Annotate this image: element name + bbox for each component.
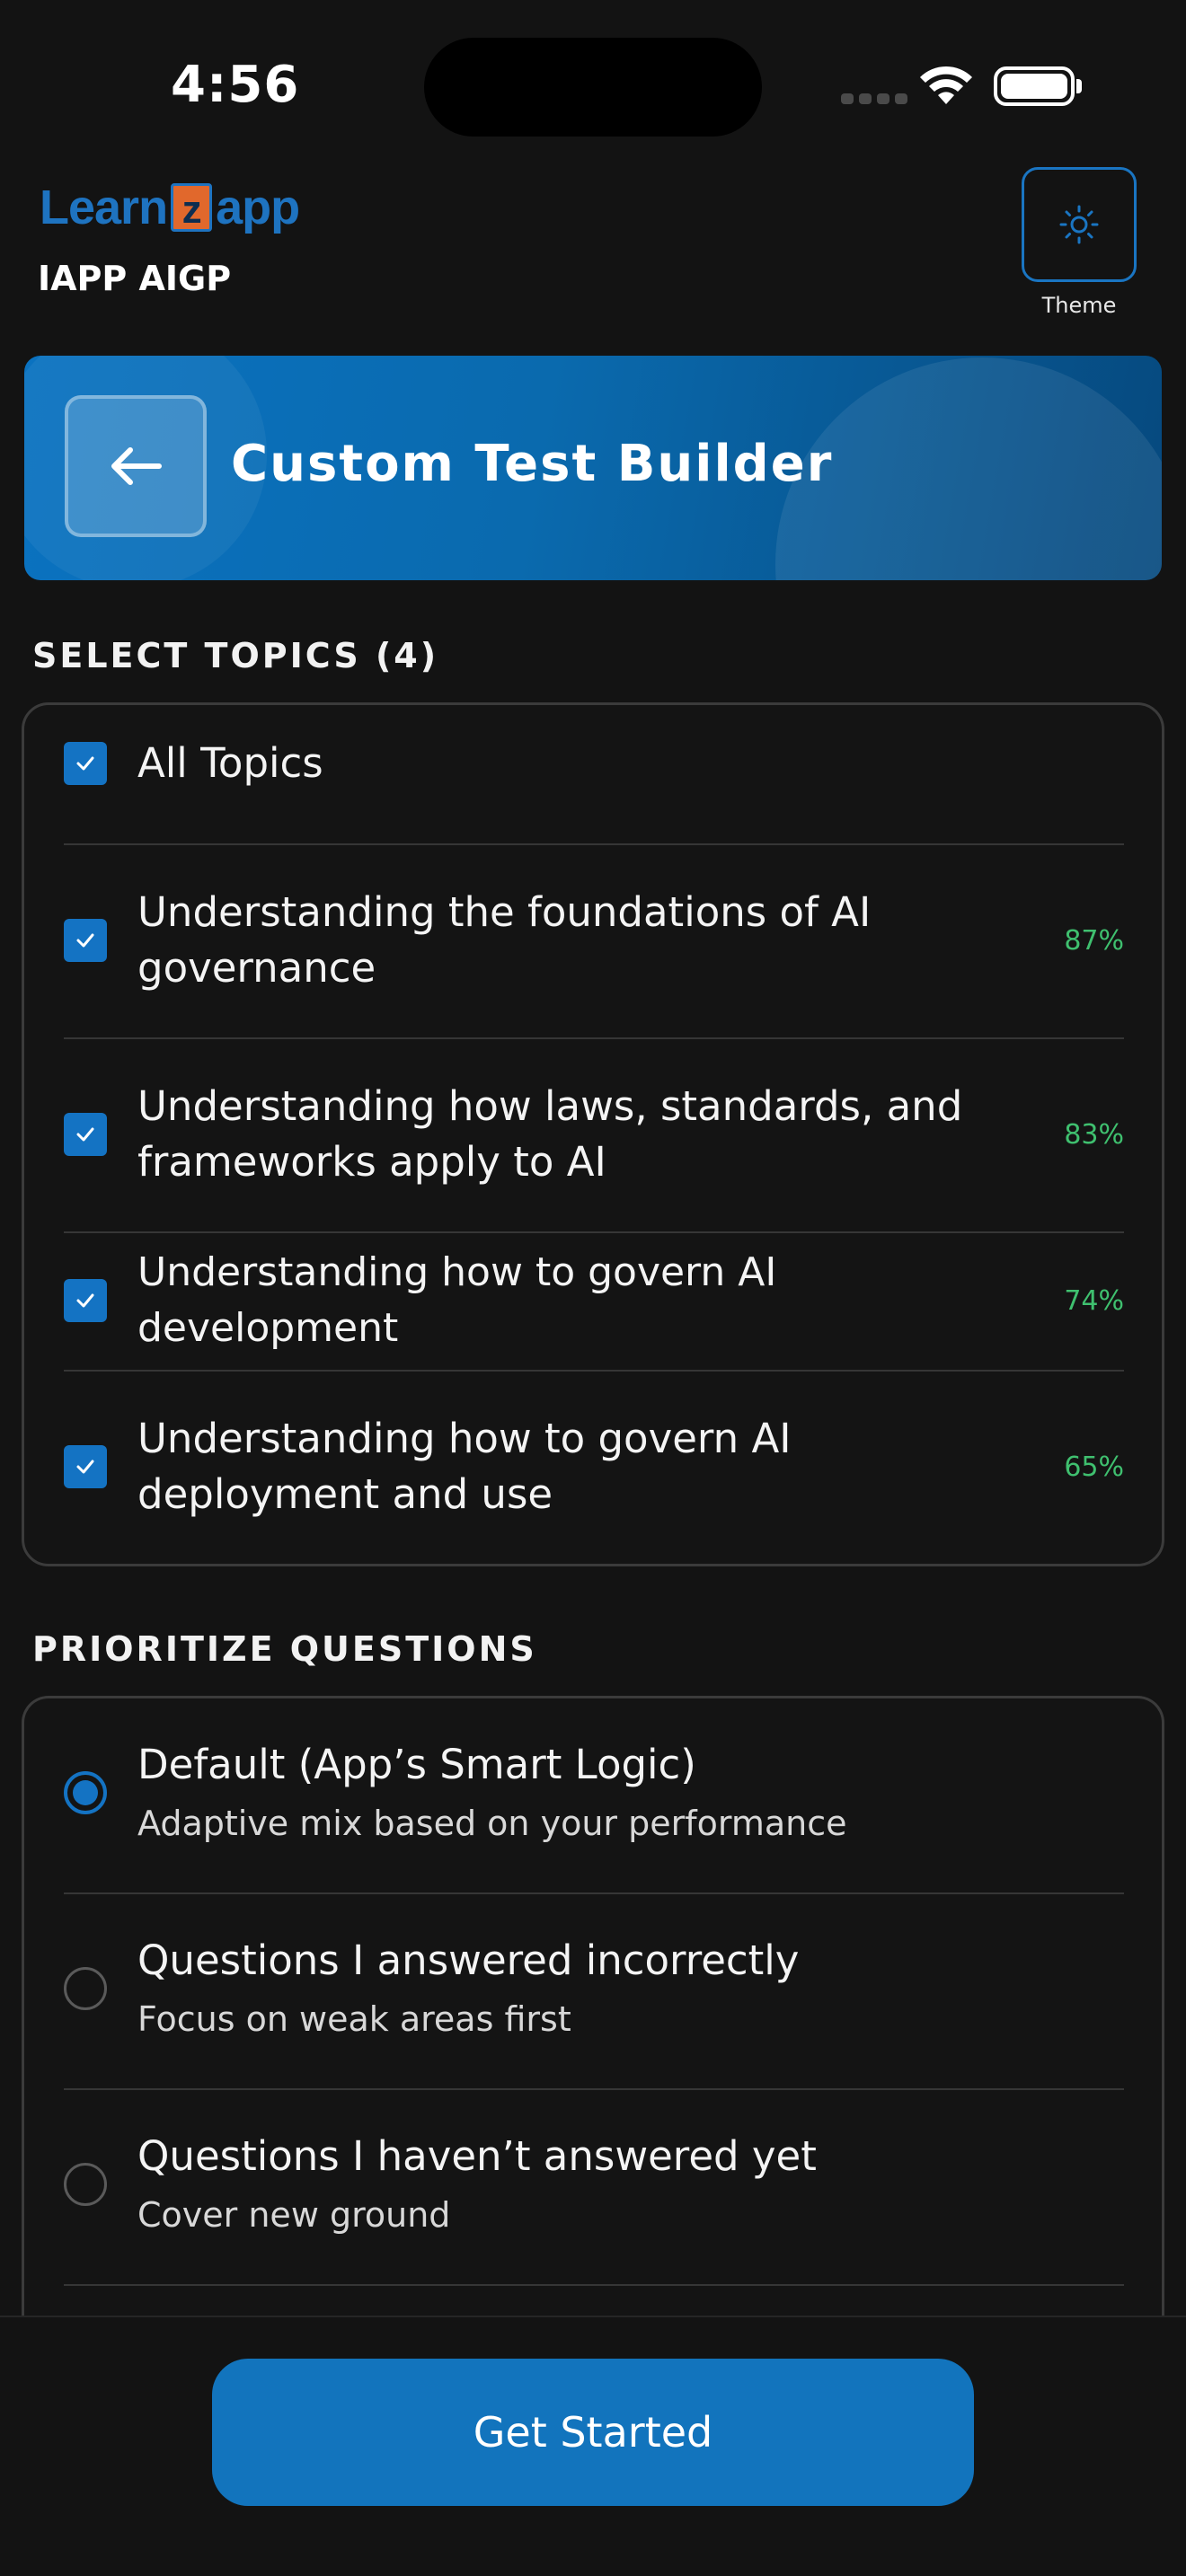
divider [64,1231,1124,1233]
status-time: 4:56 [171,56,300,114]
arrow-left-icon [111,447,162,485]
wifi-icon [920,66,972,104]
priority-option[interactable]: Questions I answered incorrectly Focus o… [64,1930,1124,2047]
page-banner: Custom Test Builder [24,356,1162,580]
topic-percent: 74% [1064,1284,1124,1317]
page-title: Custom Test Builder [231,435,834,493]
option-title: Questions I answered incorrectly [137,1936,800,1984]
app-subtitle: IAPP AIGP [38,259,232,298]
divider [64,2088,1124,2090]
topics-card: All Topics Understanding the foundations… [22,702,1164,1566]
topic-percent: 87% [1064,924,1124,957]
divider [64,1037,1124,1039]
checkmark-icon [76,1460,94,1474]
topic-all-row[interactable]: All Topics [64,736,1124,791]
learnzapp-logo: Learn z app [40,181,300,234]
checkmark-icon [76,1293,94,1308]
battery-icon [994,66,1075,106]
radio-unselected[interactable] [64,2163,107,2206]
cellular-signal-icon [841,93,907,104]
priority-option[interactable]: Default (App’s Smart Logic) Adaptive mix… [64,1734,1124,1851]
topic-row[interactable]: Understanding how laws, standards, and f… [64,1079,1124,1190]
topic-label: Understanding how to govern AI developme… [137,1249,777,1351]
topic-checkbox[interactable] [64,1445,107,1488]
topic-label: Understanding the foundations of AI gove… [137,888,872,992]
topic-label: Understanding how laws, standards, and f… [137,1082,963,1186]
topic-label: All Topics [137,739,323,787]
option-subtitle: Adaptive mix based on your performance [137,1804,847,1843]
topic-percent: 83% [1064,1118,1124,1151]
option-title: Default (App’s Smart Logic) [137,1741,696,1788]
theme-label: Theme [1041,293,1117,318]
prioritize-card: Default (App’s Smart Logic) Adaptive mix… [22,1696,1164,2378]
priority-option[interactable]: Questions I haven’t answered yet Cover n… [64,2126,1124,2243]
checkbox-all-topics[interactable] [64,742,107,785]
topic-row[interactable]: Understanding the foundations of AI gove… [64,885,1124,996]
divider [64,843,1124,845]
select-topics-heading: SELECT TOPICS (4) [32,636,439,675]
divider [64,1370,1124,1372]
option-title: Questions I haven’t answered yet [137,2132,817,2180]
option-subtitle: Cover new ground [137,2195,451,2235]
topic-row[interactable]: Understanding how to govern AI developme… [64,1249,1124,1351]
topic-checkbox[interactable] [64,1279,107,1322]
divider [64,1892,1124,1894]
topic-checkbox[interactable] [64,1113,107,1156]
get-started-button[interactable]: Get Started [212,2359,974,2506]
custom-test-builder-screen: 4:56 Learn z app IAPP AIGP Theme Custom … [0,0,1186,2576]
checkmark-icon [76,933,94,948]
radio-unselected[interactable] [64,1967,107,2010]
topic-label: Understanding how to govern AI deploymen… [137,1415,792,1518]
back-button[interactable] [65,395,207,537]
divider [64,2284,1124,2286]
topic-percent: 65% [1064,1451,1124,1483]
radio-selected[interactable] [64,1771,107,1814]
topic-row[interactable]: Understanding how to govern AI deploymen… [64,1411,1124,1522]
theme-toggle-button[interactable] [1022,167,1137,282]
topic-checkbox[interactable] [64,919,107,962]
sun-icon [1059,205,1099,244]
checkmark-icon [76,756,94,771]
prioritize-questions-heading: PRIORITIZE QUESTIONS [32,1629,537,1669]
dynamic-island [424,38,762,137]
option-subtitle: Focus on weak areas first [137,1999,571,2039]
checkmark-icon [76,1127,94,1142]
